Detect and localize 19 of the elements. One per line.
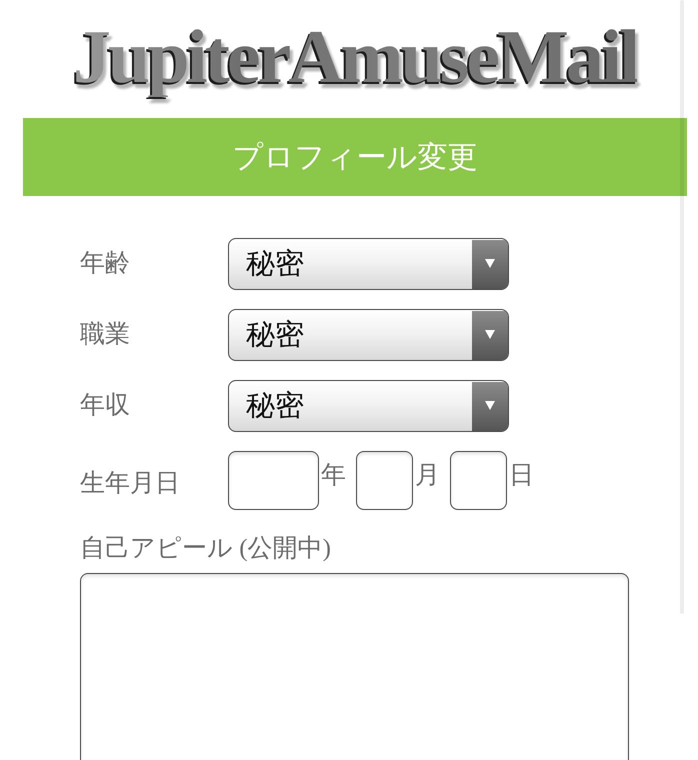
select-field[interactable]: 秘密: [228, 380, 509, 432]
unit-label: 月: [415, 461, 440, 491]
input-field[interactable]: [356, 451, 413, 510]
caret-icon: [472, 310, 508, 360]
field-label: 生年月日: [80, 468, 180, 498]
input-field[interactable]: [450, 451, 507, 510]
select-field[interactable]: 秘密: [228, 238, 509, 290]
caret-icon: [472, 240, 508, 288]
field-label: 自己アピール (公開中): [80, 534, 331, 564]
page-title: プロフィール変更: [232, 140, 478, 176]
unit-label: 日: [509, 461, 534, 491]
input-field[interactable]: [228, 451, 319, 510]
unit-label: 年: [321, 461, 346, 491]
select-field[interactable]: 秘密: [228, 309, 509, 361]
field-label: 年齢: [80, 249, 130, 279]
textarea-field[interactable]: [80, 573, 629, 760]
field-label: 職業: [80, 320, 130, 350]
field-label: 年収: [80, 391, 130, 421]
caret-icon: [472, 382, 508, 430]
